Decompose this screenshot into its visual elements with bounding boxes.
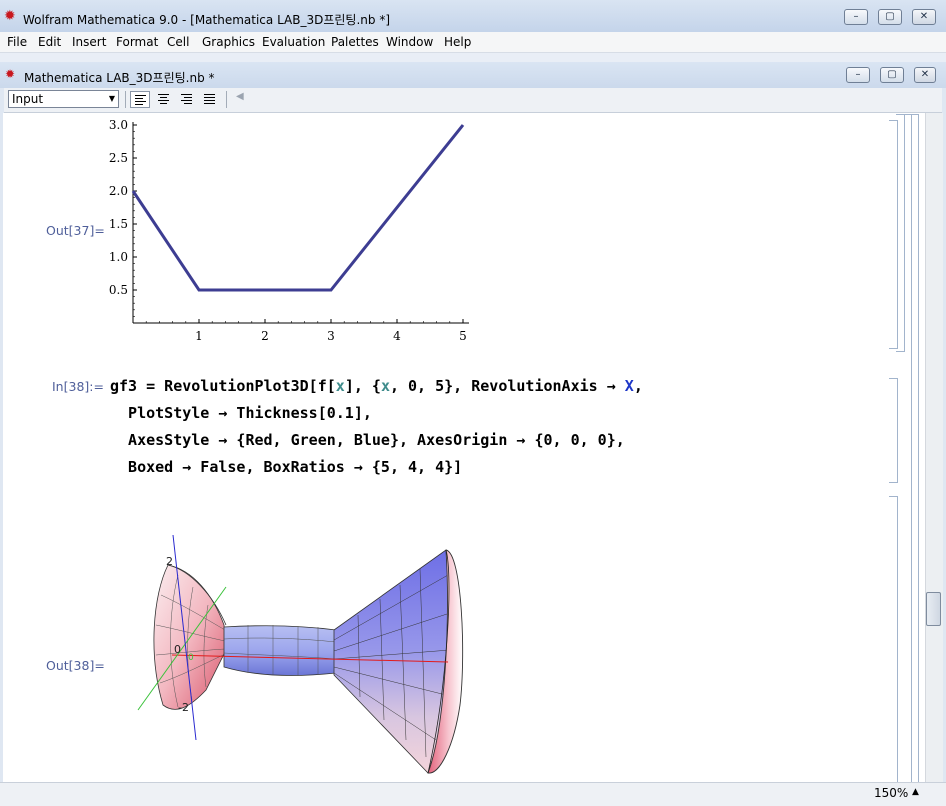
notebook-icon: ✹ xyxy=(5,67,15,81)
code-token: X xyxy=(625,377,634,395)
code-token: x xyxy=(381,377,390,395)
window-title: Wolfram Mathematica 9.0 - [Mathematica L… xyxy=(23,11,390,28)
line-plot-out37: 1 2 3 4 5 0.5 1.0 1.5 2.0 2.5 3.0 xyxy=(73,113,493,348)
menu-file[interactable]: File xyxy=(7,32,27,52)
code-token: , 0, 5}, RevolutionAxis → xyxy=(390,377,625,395)
zoom-level[interactable]: 150% xyxy=(874,786,908,800)
menu-graphics[interactable]: Graphics xyxy=(202,32,255,52)
cell-group-bracket[interactable] xyxy=(910,114,919,784)
code-line: gf3 = RevolutionPlot3D[f[x], {x, 0, 5}, … xyxy=(110,373,643,400)
menu-edit[interactable]: Edit xyxy=(38,32,61,52)
in38-label: In[38]:= xyxy=(52,379,104,394)
align-center-button[interactable] xyxy=(154,91,174,108)
x-tick-label: 5 xyxy=(459,329,467,343)
cell-style-dropdown[interactable]: Input ▼ xyxy=(8,90,119,108)
axis-tick-label: 0 xyxy=(174,643,181,656)
toolbar-separator xyxy=(226,91,227,108)
y-tick-label: 2.0 xyxy=(109,184,128,198)
menu-palettes[interactable]: Palettes xyxy=(331,32,379,52)
out38-label: Out[38]= xyxy=(46,658,105,673)
chevron-down-icon: ▼ xyxy=(109,91,115,107)
status-bar xyxy=(0,782,946,806)
notebook-maximize-button[interactable]: ▢ xyxy=(880,67,904,83)
x-tick-label: 2 xyxy=(261,329,269,343)
code-line: AxesStyle → {Red, Green, Blue}, AxesOrig… xyxy=(110,427,643,454)
code-line: PlotStyle → Thickness[0.1], xyxy=(110,400,643,427)
align-right-button[interactable] xyxy=(177,91,197,108)
axis-tick-label: 2 xyxy=(166,555,173,568)
zoom-menu-arrow-icon[interactable]: ▲ xyxy=(912,787,919,797)
y-tick-label: 1.5 xyxy=(109,217,128,231)
vertical-scrollbar[interactable] xyxy=(925,113,943,782)
code-token: PlotStyle → Thickness[0.1], xyxy=(110,404,372,422)
toolbar-separator xyxy=(125,91,126,108)
x-tick-label: 1 xyxy=(195,329,203,343)
menu-cell[interactable]: Cell xyxy=(167,32,189,52)
align-left-button[interactable] xyxy=(130,91,150,108)
cell-style-value: Input xyxy=(12,92,43,106)
input-code-in38[interactable]: gf3 = RevolutionPlot3D[f[x], {x, 0, 5}, … xyxy=(110,373,643,481)
notebook-title: Mathematica LAB_3D프린팅.nb * xyxy=(24,69,215,86)
notebook-content[interactable]: Out[37]= 123450.51.01.52.02.53.0 In[38]:… xyxy=(3,113,887,782)
minimize-button[interactable]: – xyxy=(844,9,868,25)
code-token: AxesStyle → {Red, Green, Blue}, AxesOrig… xyxy=(110,431,625,449)
revolution-plot-3d: 2 0 -2 0 xyxy=(128,535,468,780)
x-tick-label: 4 xyxy=(393,329,401,343)
x-tick-label: 3 xyxy=(327,329,335,343)
code-token: ], { xyxy=(345,377,381,395)
code-token: gf3 = RevolutionPlot3D[f[ xyxy=(110,377,336,395)
y-tick-label: 1.0 xyxy=(109,250,128,264)
code-token: , xyxy=(634,377,643,395)
code-token: Boxed → False, BoxRatios → {5, 4, 4}] xyxy=(110,458,462,476)
maximize-button[interactable]: ▢ xyxy=(878,9,902,25)
y-tick-label: 0.5 xyxy=(109,283,128,297)
notebook-minimize-button[interactable]: – xyxy=(846,67,870,83)
menu-format[interactable]: Format xyxy=(116,32,158,52)
code-line: Boxed → False, BoxRatios → {5, 4, 4}] xyxy=(110,454,643,481)
menu-help[interactable]: Help xyxy=(444,32,471,52)
series-line xyxy=(133,125,463,290)
axis-tick-label: 0 xyxy=(188,653,194,663)
cell-bracket-in38[interactable] xyxy=(889,378,898,483)
menu-window[interactable]: Window xyxy=(386,32,433,52)
justify-button[interactable] xyxy=(200,91,220,108)
axis-tick-label: -2 xyxy=(178,701,189,714)
menu-evaluation[interactable]: Evaluation xyxy=(262,32,325,52)
close-button[interactable]: ✕ xyxy=(912,9,936,25)
back-arrow-icon[interactable]: ◀ xyxy=(236,91,244,102)
y-tick-label: 3.0 xyxy=(109,118,128,132)
cell-bracket-out38[interactable] xyxy=(889,496,898,783)
code-token: x xyxy=(336,377,345,395)
mathematica-logo-icon: ✹ xyxy=(4,9,16,23)
menu-insert[interactable]: Insert xyxy=(72,32,106,52)
y-tick-label: 2.5 xyxy=(109,151,128,165)
notebook-close-button[interactable]: ✕ xyxy=(914,67,936,83)
scrollbar-thumb[interactable] xyxy=(926,592,941,626)
